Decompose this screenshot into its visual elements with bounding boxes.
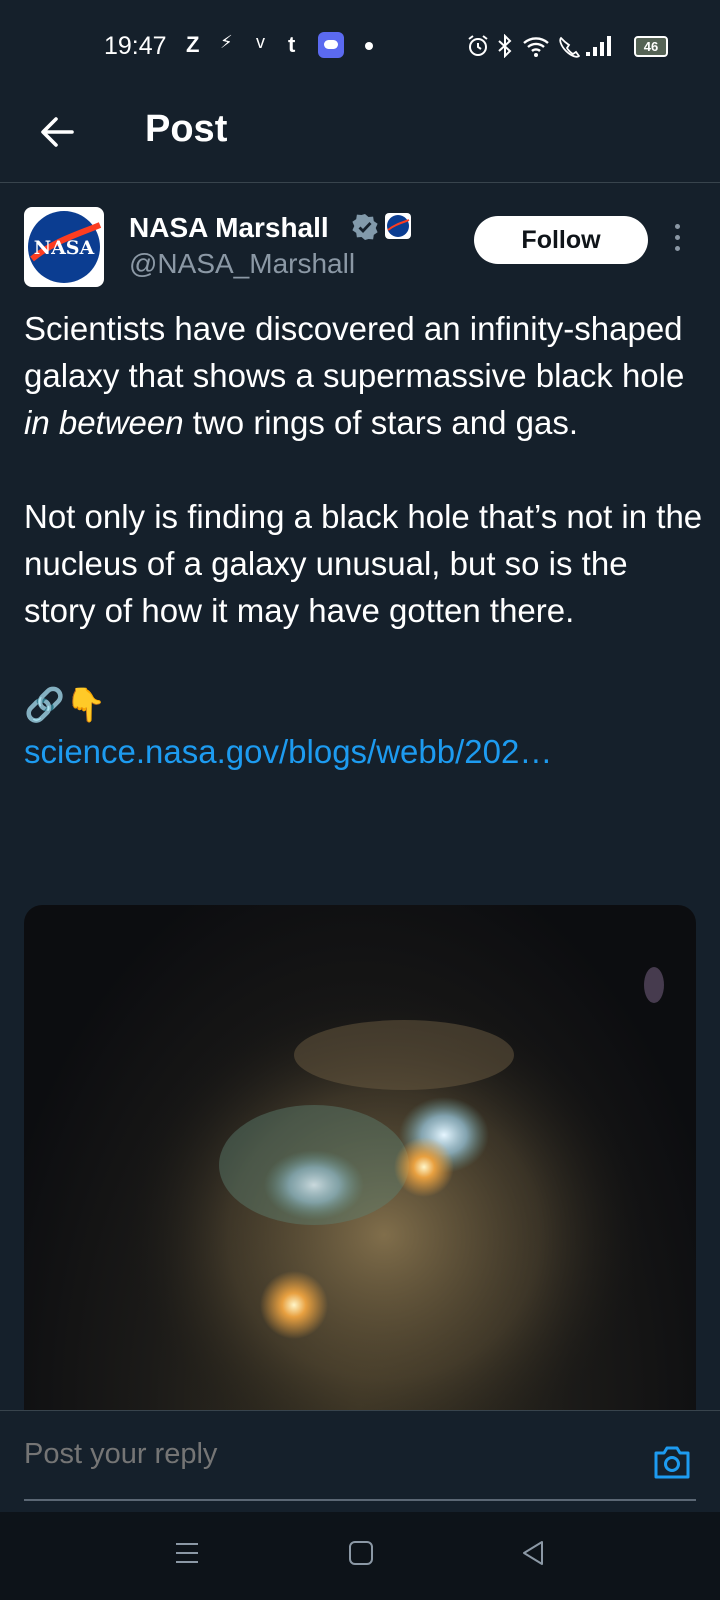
post-text-segment: two rings of stars and gas. <box>183 404 578 441</box>
wifi-calling-icon <box>559 36 580 58</box>
status-bar: 19:47 Z ⚡ v t 46 <box>0 0 720 92</box>
author-name[interactable]: NASA Marshall <box>129 212 329 244</box>
status-app-icon: t <box>288 32 296 57</box>
avatar[interactable]: NASA <box>24 207 104 287</box>
top-app-bar: Post <box>0 92 720 183</box>
author-handle[interactable]: @NASA_Marshall <box>129 248 355 280</box>
post-text-segment: Scientists have discovered an infinity-s… <box>24 310 685 394</box>
verified-badge-icon <box>352 214 378 240</box>
nasa-affiliate-icon <box>385 213 411 239</box>
status-app-icon: Z <box>186 32 200 57</box>
reply-underline <box>24 1499 696 1501</box>
post-text-emphasis: in between <box>24 404 184 441</box>
post-paragraph: Not only is finding a black hole that’s … <box>24 498 703 629</box>
status-app-icon: v <box>256 32 265 52</box>
battery-icon: 46 <box>634 36 668 57</box>
bluetooth-icon <box>498 34 512 58</box>
post-paragraph: Scientists have discovered an infinity-s… <box>24 305 704 446</box>
back-nav-icon[interactable] <box>520 1540 546 1566</box>
reply-bar <box>0 1410 720 1511</box>
post-image[interactable] <box>24 905 696 1410</box>
arrow-left-icon[interactable] <box>36 110 80 154</box>
page-title: Post <box>145 108 228 150</box>
post-link[interactable]: science.nasa.gov/blogs/webb/202… <box>24 728 704 775</box>
alarm-icon <box>468 35 488 56</box>
battery-level: 46 <box>643 39 659 54</box>
status-app-icon: ⚡ <box>220 32 233 52</box>
status-time: 19:47 <box>104 32 167 60</box>
galaxy-image <box>124 967 664 1410</box>
notification-dot-icon <box>365 42 373 50</box>
camera-icon[interactable] <box>652 1445 692 1481</box>
post-emoji: 🔗👇 <box>24 686 107 723</box>
reply-input[interactable] <box>24 1431 624 1477</box>
nasa-logo-icon: NASA <box>28 211 102 283</box>
wifi-icon <box>523 37 549 57</box>
menu-icon[interactable] <box>174 1540 200 1566</box>
weather-app-icon <box>318 32 344 58</box>
nasa-logo-text: NASA <box>34 237 95 259</box>
home-icon[interactable] <box>348 1540 374 1566</box>
post-text: Scientists have discovered an infinity-s… <box>24 305 704 775</box>
system-nav-bar <box>0 1512 720 1600</box>
signal-icon <box>586 36 611 56</box>
follow-button[interactable]: Follow <box>474 216 648 264</box>
more-options-icon[interactable] <box>670 224 684 258</box>
